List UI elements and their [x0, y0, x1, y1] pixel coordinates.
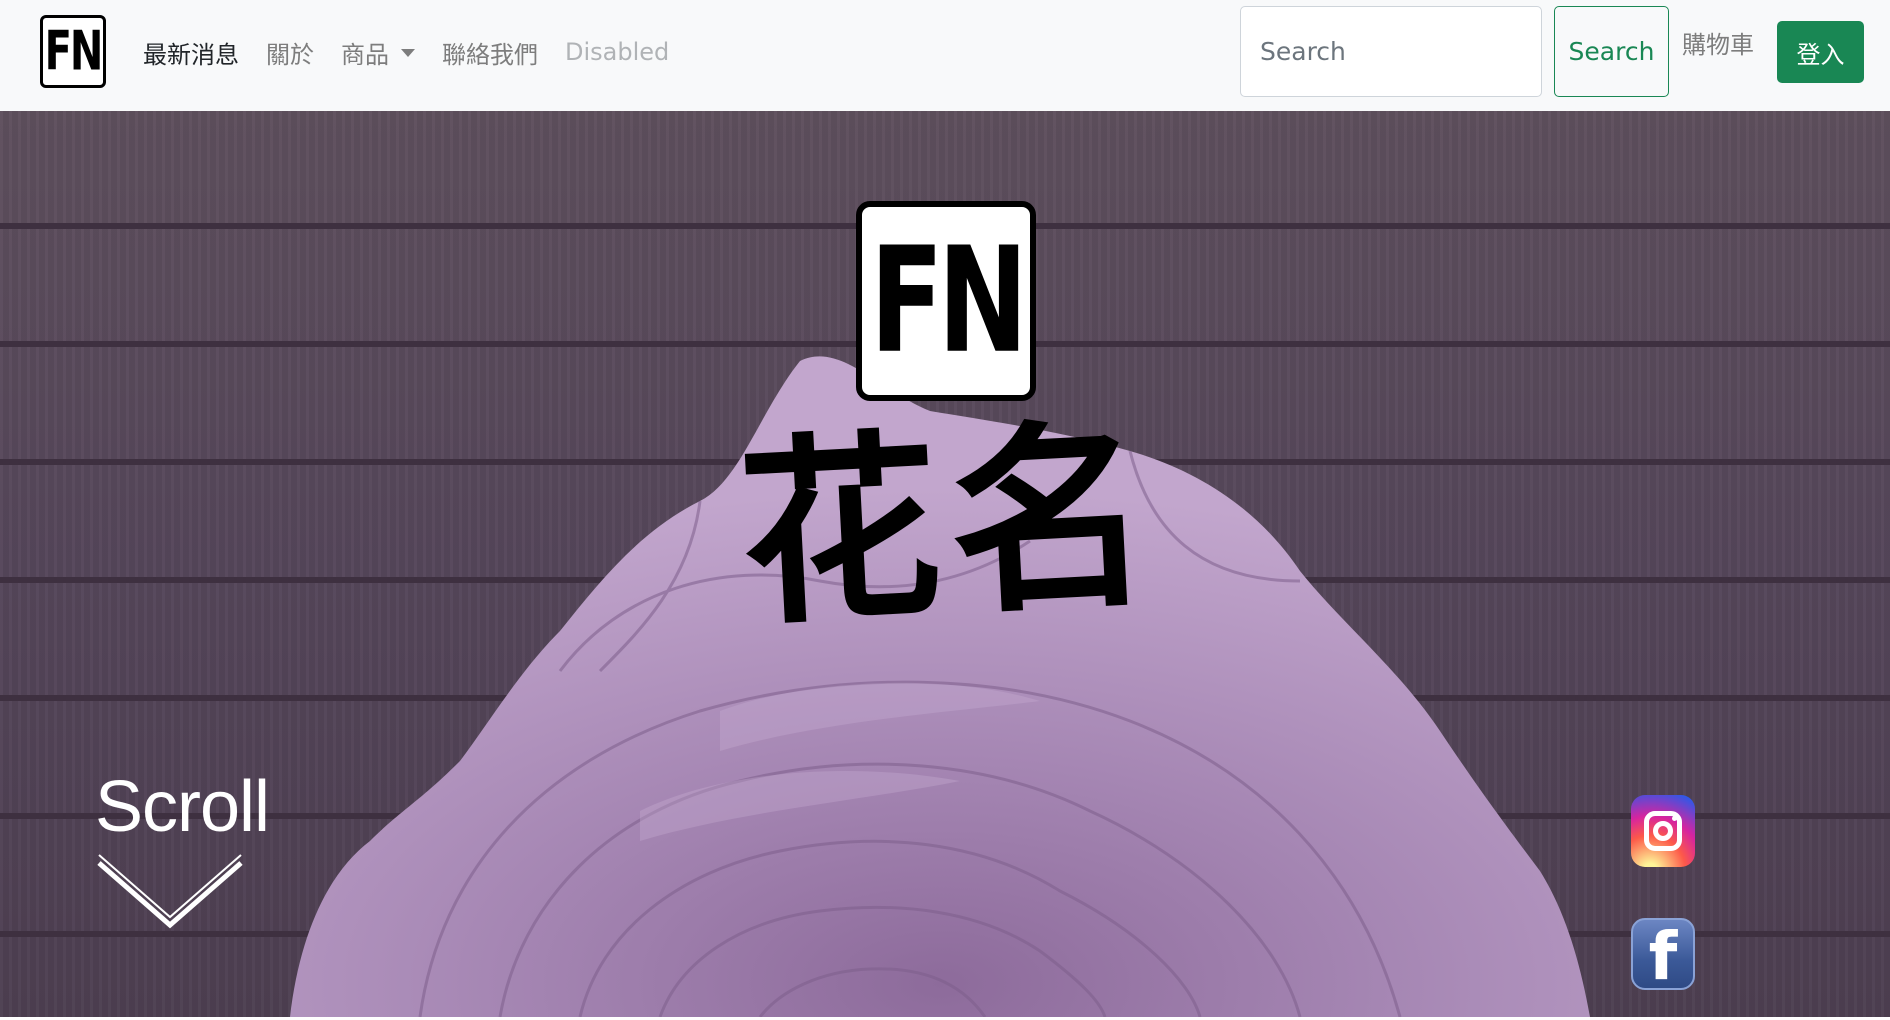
hero-logo-text: FN — [869, 216, 1028, 386]
cart-link[interactable]: 購物車 — [1682, 25, 1754, 60]
hero-logo: FN — [856, 201, 1036, 401]
chevron-down-icon[interactable] — [95, 853, 245, 933]
nav-link-about[interactable]: 關於 — [266, 35, 314, 70]
navbar: FN 最新消息 關於 商品 聯絡我們 Disabled Search 購物車 登… — [0, 0, 1890, 111]
facebook-f-glyph: f — [1648, 918, 1678, 995]
nav-links: 最新消息 關於 商品 聯絡我們 Disabled — [143, 30, 696, 74]
hero-banner: FN 花名 Scroll f — [0, 111, 1890, 1017]
brand-logo-text: FN — [44, 20, 104, 83]
search-button[interactable]: Search — [1554, 6, 1669, 97]
nav-link-disabled: Disabled — [565, 38, 670, 66]
nav-dropdown-products-label: 商品 — [341, 40, 389, 69]
instagram-icon[interactable] — [1631, 795, 1695, 867]
search-input[interactable] — [1240, 6, 1542, 97]
caret-down-icon — [401, 49, 415, 57]
hero-title: 花名 — [720, 397, 1180, 654]
scroll-label[interactable]: Scroll — [95, 766, 270, 848]
brand-logo[interactable]: FN — [40, 15, 106, 88]
facebook-icon[interactable]: f — [1631, 918, 1695, 990]
instagram-lens-shape — [1653, 821, 1673, 841]
instagram-flash-shape — [1672, 816, 1677, 821]
nav-dropdown-products[interactable]: 商品 — [341, 35, 415, 70]
nav-link-news[interactable]: 最新消息 — [143, 35, 239, 70]
login-button[interactable]: 登入 — [1777, 21, 1864, 83]
hero-title-text: 花名 — [734, 397, 1166, 654]
nav-link-contact[interactable]: 聯絡我們 — [442, 35, 538, 70]
